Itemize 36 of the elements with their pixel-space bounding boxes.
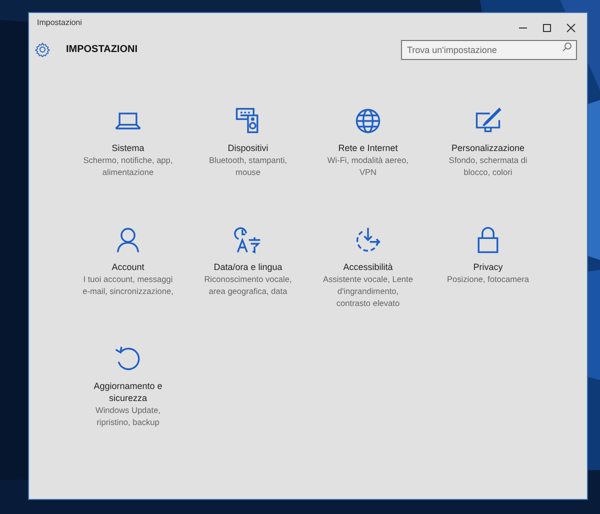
settings-tile[interactable]: Data/ora e lingua Riconoscimento vocale, area geografica, data [188,225,308,297]
tile-description: Riconoscimento vocale, area geografica, data [203,273,293,297]
settings-tile[interactable]: Dispositivi Bluetooth, stampanti, mouse [188,106,308,178]
maximize-icon [542,22,552,33]
tile-title: Account [112,261,144,273]
settings-tile[interactable]: Personalizzazione Sfondo, schermata di blocco, colori [428,106,548,178]
tile-description: I tuoi account, messaggi e-mail, sincronizzazione, [82,273,174,297]
tile-title: Aggiornamento e sicurezza [92,380,164,404]
tile-description: Sfondo, schermata di blocco, colori [448,154,528,178]
tile-description: Wi-Fi, modalità aereo, VPN [326,154,410,178]
settings-tile[interactable]: Sistema Schermo, notifiche, app, alimentazione [68,106,188,178]
tile-title: Privacy [473,261,503,273]
window-title: Impostazioni [37,17,83,29]
settings-tile[interactable]: Aggiornamento e sicurezza Windows Update, ripristino, backup [68,344,188,428]
tile-description: Assistente vocale, Lente d'ingrandimento, contrasto elevato [322,273,414,309]
tile-description: Bluetooth, stampanti, mouse [208,154,288,178]
settings-tile[interactable]: Accessibilità Assistente vocale, Lente d'ingrandimento, contrasto elevato [308,225,428,309]
tile-description: Windows Update, ripristino, backup [94,404,162,428]
tile-title: Rete e Internet [338,142,398,154]
page-title: IMPOSTAZIONI [66,42,138,56]
tile-title: Accessibilità [343,261,393,273]
search-icon [562,42,572,52]
tile-title: Sistema [112,142,144,154]
settings-tile[interactable]: Account I tuoi account, messaggi e-mail, sincronizzazione, [68,225,188,297]
tile-title: Dispositivi [228,142,268,154]
settings-tile[interactable]: Privacy Posizione, fotocamera [428,225,548,285]
tile-title: Data/ora e lingua [214,261,282,273]
tile-description: Schermo, notifiche, app, alimentazione [82,154,174,178]
close-icon [566,22,576,33]
search-field[interactable]: Trova un'impostazione [401,40,577,60]
clock-language-icon [233,225,263,255]
tile-title: Personalizzazione [451,142,525,154]
tile-description: Posizione, fotocamera [446,273,530,285]
settings-icon [35,42,50,56]
globe-icon [353,106,383,136]
settings-tile[interactable]: Rete e Internet Wi-Fi, modalità aereo, VPN [308,106,428,178]
